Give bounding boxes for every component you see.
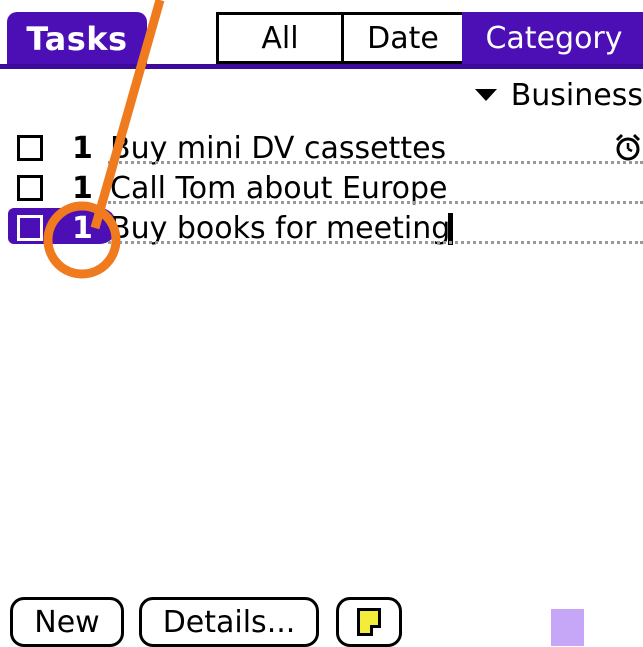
row-divider (108, 161, 643, 164)
scroll-indicator[interactable] (551, 609, 584, 646)
task-row[interactable]: 1 Buy mini DV cassettes (0, 128, 643, 168)
header-divider (0, 64, 643, 69)
category-value: Business (510, 77, 643, 113)
tab-date[interactable]: Date (341, 12, 462, 64)
view-tabs: All Date Category (216, 12, 643, 64)
category-picker[interactable]: Business (474, 74, 643, 116)
triangle-down-icon (474, 89, 497, 101)
header: Tasks All Date Category (0, 0, 643, 70)
task-priority[interactable]: 1 (72, 211, 93, 246)
task-checkbox[interactable] (17, 135, 43, 161)
task-checkbox[interactable] (17, 215, 43, 241)
note-icon (357, 608, 381, 636)
row-divider (108, 201, 643, 204)
task-checkbox[interactable] (17, 175, 43, 201)
task-priority[interactable]: 1 (72, 131, 93, 166)
task-row-selected[interactable]: 1 Buy books for meeting (0, 208, 643, 248)
tab-category[interactable]: Category (462, 12, 643, 64)
new-button[interactable]: New (10, 597, 124, 647)
task-priority[interactable]: 1 (72, 171, 93, 206)
details-button[interactable]: Details... (139, 597, 319, 647)
task-list: 1 Buy mini DV cassettes 1 Call Tom about… (0, 128, 643, 248)
alarm-clock-icon[interactable] (613, 132, 643, 162)
tab-all[interactable]: All (216, 12, 341, 64)
app-title[interactable]: Tasks (7, 12, 147, 65)
row-divider (108, 241, 643, 244)
task-row[interactable]: 1 Call Tom about Europe (0, 168, 643, 208)
note-button[interactable] (336, 597, 402, 647)
